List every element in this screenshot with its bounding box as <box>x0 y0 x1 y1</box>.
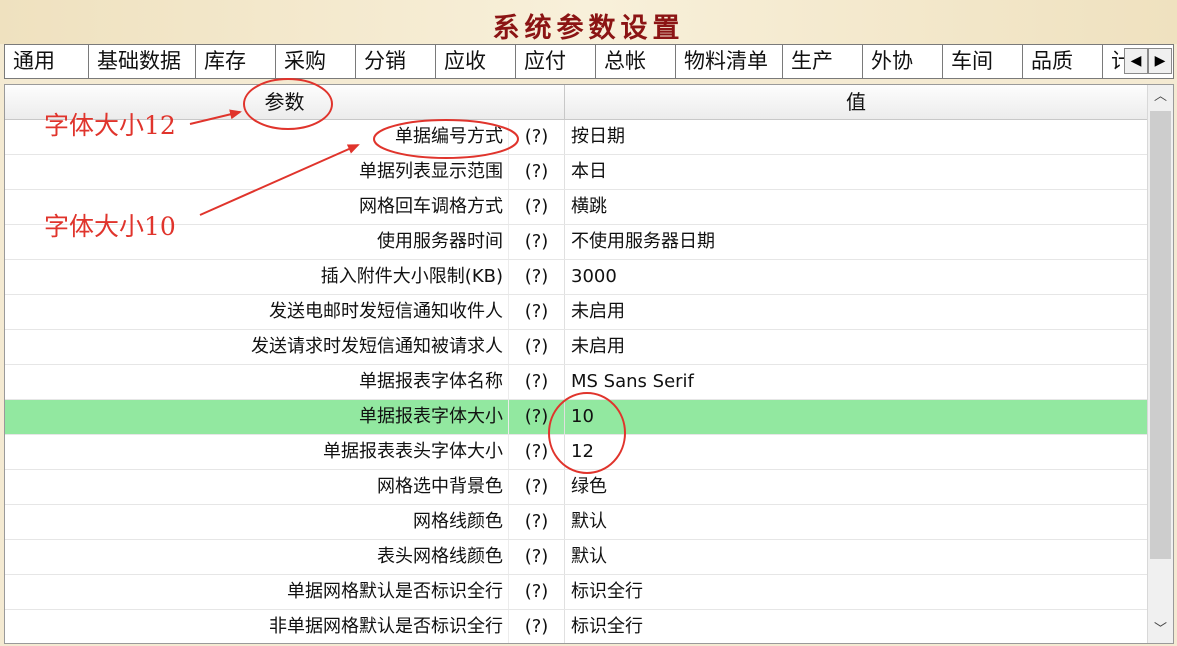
table-row[interactable]: 非单据网格默认是否标识全行 (?) 标识全行 <box>5 610 1147 643</box>
help-button[interactable]: (?) <box>508 120 565 154</box>
tab-scroll-right-button[interactable]: ▶ <box>1148 48 1172 74</box>
param-name: 表头网格线颜色 <box>377 546 503 567</box>
param-name: 单据报表字体大小 <box>359 406 503 427</box>
tab-payable[interactable]: 应付 <box>515 45 595 78</box>
tab-distribution[interactable]: 分销 <box>355 45 435 78</box>
param-value[interactable]: 本日 <box>566 155 1146 189</box>
tab-bar: 通用 基础数据 库存 采购 分销 应收 应付 总帐 物料清单 生产 外协 车间 … <box>4 44 1174 79</box>
header-value[interactable]: 值 <box>566 85 1146 119</box>
help-button[interactable]: (?) <box>508 400 565 434</box>
param-value[interactable]: 未启用 <box>566 295 1146 329</box>
tab-general-ledger[interactable]: 总帐 <box>595 45 675 78</box>
param-value[interactable]: 10 <box>566 400 1146 434</box>
param-name: 插入附件大小限制(KB) <box>320 266 503 287</box>
help-button[interactable]: (?) <box>508 540 565 574</box>
param-value[interactable]: 默认 <box>566 505 1146 539</box>
param-value[interactable]: 标识全行 <box>566 610 1146 643</box>
table-row[interactable]: 单据报表表头字体大小 (?) 12 <box>5 435 1147 470</box>
scroll-down-button[interactable]: ﹀ <box>1148 618 1173 642</box>
table-row[interactable]: 单据网格默认是否标识全行 (?) 标识全行 <box>5 575 1147 610</box>
help-button[interactable]: (?) <box>508 330 565 364</box>
table-row[interactable]: 单据报表字体大小 (?) 10 <box>5 400 1147 435</box>
tab-inventory[interactable]: 库存 <box>195 45 275 78</box>
help-button[interactable]: (?) <box>508 470 565 504</box>
param-name: 单据报表表头字体大小 <box>323 441 503 462</box>
param-name: 单据列表显示范围 <box>359 161 503 182</box>
window-title: 系统参数设置 <box>492 13 685 44</box>
tab-receivable[interactable]: 应收 <box>435 45 515 78</box>
param-value[interactable]: 未启用 <box>566 330 1146 364</box>
annotation-font-size-10: 字体大小10 <box>44 212 176 241</box>
help-button[interactable]: (?) <box>508 610 565 643</box>
tab-scroll-left-button[interactable]: ◀ <box>1124 48 1148 74</box>
help-button[interactable]: (?) <box>508 365 565 399</box>
table-row[interactable]: 单据列表显示范围 (?) 本日 <box>5 155 1147 190</box>
param-value[interactable]: 不使用服务器日期 <box>566 225 1146 259</box>
param-name: 发送电邮时发短信通知收件人 <box>269 301 503 322</box>
scroll-thumb[interactable] <box>1150 111 1171 559</box>
tab-outsourcing[interactable]: 外协 <box>862 45 942 78</box>
param-value[interactable]: 标识全行 <box>566 575 1146 609</box>
annotation-font-size-12: 字体大小12 <box>44 111 176 140</box>
tab-production[interactable]: 生产 <box>782 45 862 78</box>
param-value[interactable]: 12 <box>566 435 1146 469</box>
help-button[interactable]: (?) <box>508 295 565 329</box>
tab-general[interactable]: 通用 <box>5 45 88 78</box>
tab-purchase[interactable]: 采购 <box>275 45 355 78</box>
title-bar: 系统参数设置 <box>0 0 1177 44</box>
param-name: 发送请求时发短信通知被请求人 <box>251 336 503 357</box>
help-button[interactable]: (?) <box>508 435 565 469</box>
tab-workshop[interactable]: 车间 <box>942 45 1022 78</box>
grid-header: 参数 值 <box>5 85 1147 120</box>
table-row[interactable]: 网格线颜色 (?) 默认 <box>5 505 1147 540</box>
param-value[interactable]: MS Sans Serif <box>566 365 1146 399</box>
table-row[interactable]: 使用服务器时间 (?) 不使用服务器日期 <box>5 225 1147 260</box>
param-name: 非单据网格默认是否标识全行 <box>269 616 503 637</box>
help-button[interactable]: (?) <box>508 155 565 189</box>
param-value[interactable]: 默认 <box>566 540 1146 574</box>
vertical-scrollbar[interactable]: ︿ ﹀ <box>1147 85 1173 643</box>
tab-bom[interactable]: 物料清单 <box>675 45 782 78</box>
param-value[interactable]: 按日期 <box>566 120 1146 154</box>
table-row[interactable]: 网格选中背景色 (?) 绿色 <box>5 470 1147 505</box>
table-row[interactable]: 表头网格线颜色 (?) 默认 <box>5 540 1147 575</box>
param-value[interactable]: 横跳 <box>566 190 1146 224</box>
param-name: 单据报表字体名称 <box>359 371 503 392</box>
param-name: 单据网格默认是否标识全行 <box>287 581 503 602</box>
table-row[interactable]: 单据编号方式 (?) 按日期 <box>5 120 1147 155</box>
tab-quality[interactable]: 品质 <box>1022 45 1102 78</box>
help-button[interactable]: (?) <box>508 190 565 224</box>
table-row[interactable]: 发送请求时发短信通知被请求人 (?) 未启用 <box>5 330 1147 365</box>
param-value[interactable]: 绿色 <box>566 470 1146 504</box>
param-name: 网格选中背景色 <box>377 476 503 497</box>
help-button[interactable]: (?) <box>508 225 565 259</box>
help-button[interactable]: (?) <box>508 575 565 609</box>
table-row[interactable]: 插入附件大小限制(KB) (?) 3000 <box>5 260 1147 295</box>
tab-base-data[interactable]: 基础数据 <box>88 45 195 78</box>
param-name: 网格线颜色 <box>413 511 503 532</box>
help-button[interactable]: (?) <box>508 505 565 539</box>
param-value[interactable]: 3000 <box>566 260 1146 294</box>
help-button[interactable]: (?) <box>508 260 565 294</box>
table-row[interactable]: 发送电邮时发短信通知收件人 (?) 未启用 <box>5 295 1147 330</box>
table-row[interactable]: 网格回车调格方式 (?) 横跳 <box>5 190 1147 225</box>
parameter-grid: 参数 值 单据编号方式 (?) 按日期 单据列表显示范围 (?) 本日 网格回车调格方式 (?… <box>4 84 1174 644</box>
scroll-up-button[interactable]: ︿ <box>1148 85 1173 109</box>
tab-strip: 通用 基础数据 库存 采购 分销 应收 应付 总帐 物料清单 生产 外协 车间 … <box>5 45 1127 78</box>
table-row[interactable]: 单据报表字体名称 (?) MS Sans Serif <box>5 365 1147 400</box>
